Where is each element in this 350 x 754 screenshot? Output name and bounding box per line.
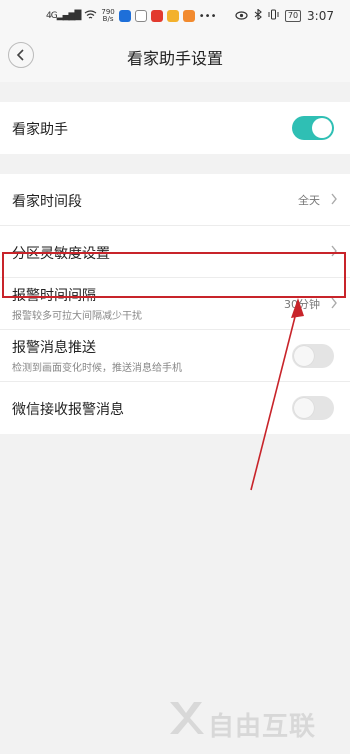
watermark-logo-icon <box>170 702 204 734</box>
watermark: 自由互联 <box>168 698 344 746</box>
annotation-arrow-icon <box>250 298 304 491</box>
watermark-text: 自由互联 <box>208 712 317 742</box>
